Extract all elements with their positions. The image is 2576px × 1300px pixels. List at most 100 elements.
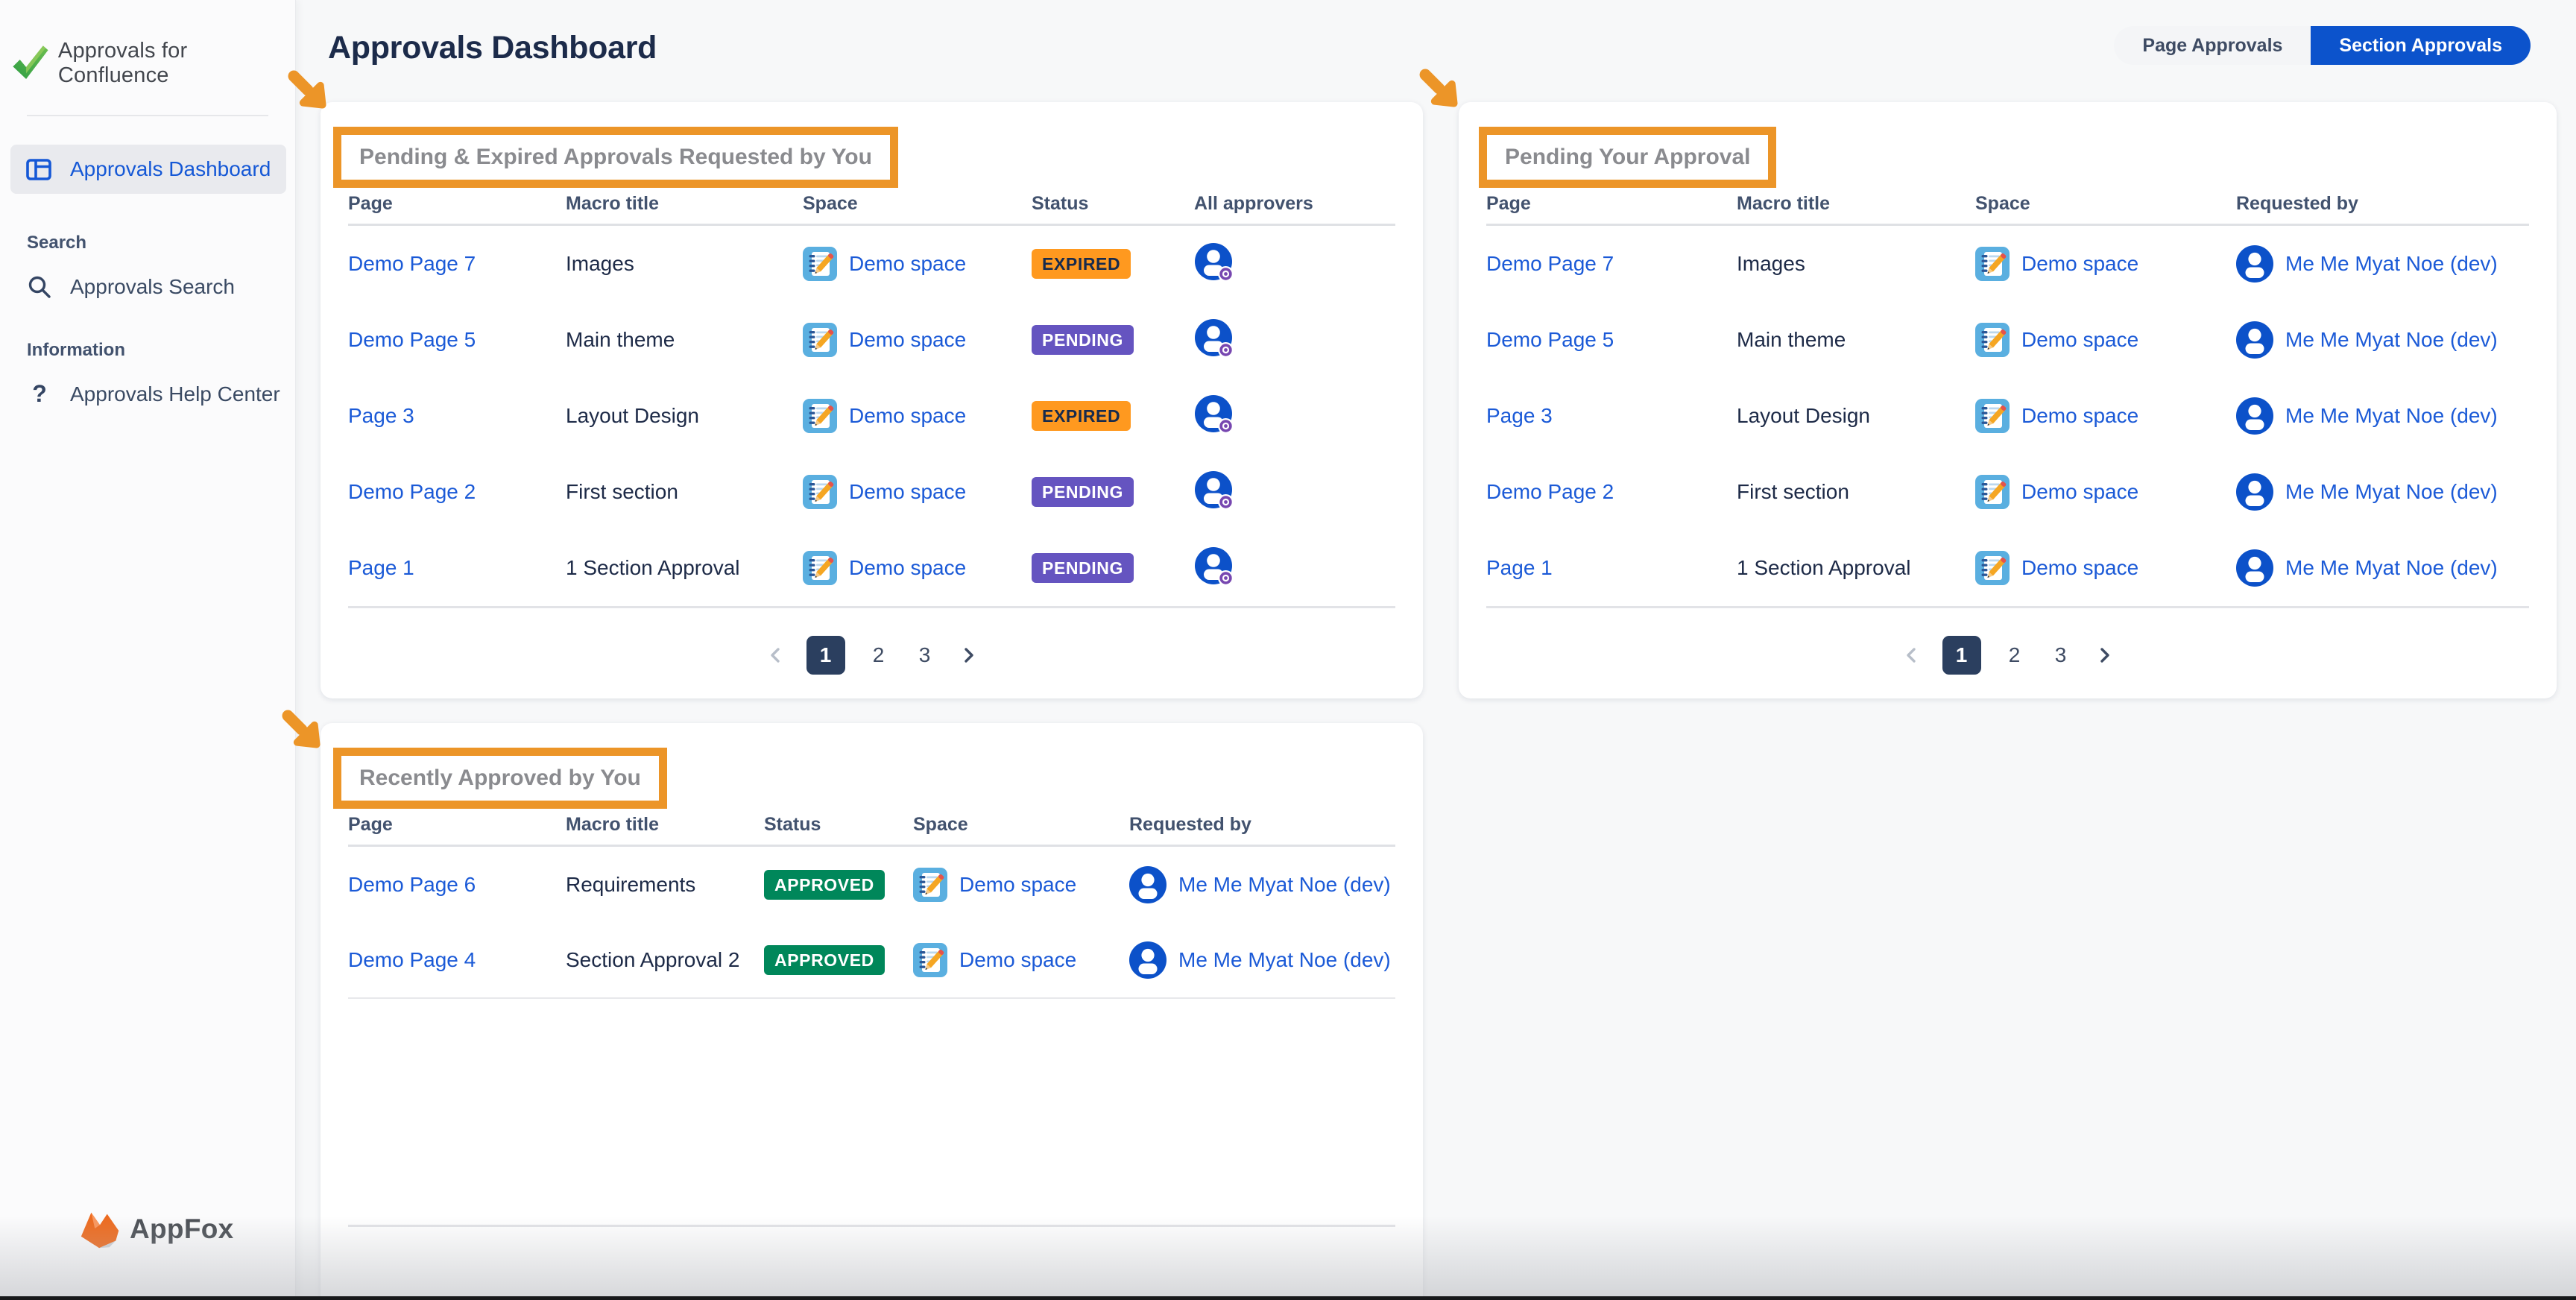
column-header: Page bbox=[348, 193, 566, 215]
search-icon bbox=[25, 273, 54, 301]
table-row: Page 1 1 Section Approval Demo space Me … bbox=[1486, 530, 2529, 606]
column-header: Space bbox=[803, 193, 1032, 215]
space-link[interactable]: Demo space bbox=[2021, 480, 2138, 504]
column-header: Space bbox=[1975, 193, 2236, 215]
pagination-page-1[interactable]: 1 bbox=[806, 636, 845, 675]
space-icon bbox=[1975, 247, 2010, 281]
sidebar-item-approvals-dashboard[interactable]: Approvals Dashboard bbox=[10, 145, 286, 194]
table-row: Demo Page 7 Images Demo space EXPIRED bbox=[348, 226, 1395, 302]
table-body: Demo Page 7 Images Demo space EXPIRED De… bbox=[348, 226, 1395, 608]
status-badge: PENDING bbox=[1032, 477, 1134, 507]
page-link[interactable]: Demo Page 2 bbox=[348, 480, 566, 504]
column-header: Status bbox=[1032, 193, 1194, 215]
card-recently-approved-by-you: Recently Approved by You Page Macro titl… bbox=[321, 723, 1423, 1300]
space-icon bbox=[913, 943, 947, 977]
space-link[interactable]: Demo space bbox=[2021, 252, 2138, 276]
table-row: Demo Page 2 First section Demo space Me … bbox=[1486, 454, 2529, 530]
pagination-page-2[interactable]: 2 bbox=[2002, 643, 2027, 667]
annotation-highlight-box: Recently Approved by You bbox=[333, 748, 667, 809]
space-link[interactable]: Demo space bbox=[849, 404, 966, 428]
sidebar-item-approvals-help-center[interactable]: ? Approvals Help Center bbox=[25, 380, 295, 408]
space-link[interactable]: Demo space bbox=[2021, 328, 2138, 352]
page-link[interactable]: Demo Page 7 bbox=[348, 252, 566, 276]
page-link[interactable]: Page 3 bbox=[1486, 404, 1737, 428]
page-link[interactable]: Page 3 bbox=[348, 404, 566, 428]
pagination: 1 2 3 bbox=[348, 635, 1395, 675]
table-body: Demo Page 6 Requirements APPROVED Demo s… bbox=[348, 847, 1395, 1227]
space-icon bbox=[1975, 399, 2010, 433]
requester-link[interactable]: Me Me Myat Noe (dev) bbox=[1178, 948, 1391, 972]
pagination-page-3[interactable]: 3 bbox=[2048, 643, 2074, 667]
card-title: Recently Approved by You bbox=[359, 766, 641, 790]
pagination-prev-icon[interactable] bbox=[1902, 646, 1922, 665]
card-title: Pending Your Approval bbox=[1505, 145, 1750, 169]
table-row: Demo Page 5 Main theme Demo space PENDIN… bbox=[348, 302, 1395, 378]
pagination-page-3[interactable]: 3 bbox=[912, 643, 938, 667]
macro-title: 1 Section Approval bbox=[1737, 556, 1975, 580]
space-link[interactable]: Demo space bbox=[2021, 404, 2138, 428]
question-mark-icon: ? bbox=[25, 380, 54, 408]
sidebar-item-approvals-search[interactable]: Approvals Search bbox=[25, 273, 295, 301]
macro-title: Images bbox=[1737, 252, 1975, 276]
status-badge: APPROVED bbox=[764, 870, 885, 900]
status-badge: PENDING bbox=[1032, 553, 1134, 583]
page-link[interactable]: Demo Page 6 bbox=[348, 873, 566, 897]
page-link[interactable]: Demo Page 7 bbox=[1486, 252, 1737, 276]
space-icon bbox=[1975, 323, 2010, 357]
column-header: Macro title bbox=[566, 814, 764, 836]
page-approvals-button[interactable]: Page Approvals bbox=[2114, 26, 2311, 65]
sidebar-divider bbox=[27, 115, 268, 116]
approver-avatar-icon bbox=[1194, 546, 1234, 586]
space-link[interactable]: Demo space bbox=[2021, 556, 2138, 580]
table-header-row: Page Macro title Status Space Requested … bbox=[348, 814, 1395, 847]
space-icon bbox=[803, 323, 837, 357]
requester-link[interactable]: Me Me Myat Noe (dev) bbox=[2285, 556, 2498, 580]
requester-link[interactable]: Me Me Myat Noe (dev) bbox=[2285, 328, 2498, 352]
space-link[interactable]: Demo space bbox=[849, 328, 966, 352]
approvals-dashboard-screen: Approvals for Confluence Approvals Dashb… bbox=[0, 0, 2576, 1300]
column-header: Page bbox=[348, 814, 566, 836]
pagination-page-1[interactable]: 1 bbox=[1942, 636, 1981, 675]
space-link[interactable]: Demo space bbox=[849, 480, 966, 504]
screen-bottom-edge bbox=[0, 1296, 2576, 1300]
table-body: Demo Page 7 Images Demo space Me Me Myat… bbox=[1486, 226, 2529, 608]
green-check-icon bbox=[10, 41, 51, 86]
table-row: Page 1 1 Section Approval Demo space PEN… bbox=[348, 530, 1395, 606]
page-link[interactable]: Page 1 bbox=[1486, 556, 1737, 580]
requester-link[interactable]: Me Me Myat Noe (dev) bbox=[1178, 873, 1391, 897]
macro-title: Requirements bbox=[566, 873, 764, 897]
page-link[interactable]: Page 1 bbox=[348, 556, 566, 580]
app-logo: Approvals for Confluence bbox=[0, 0, 295, 88]
page-link[interactable]: Demo Page 5 bbox=[1486, 328, 1737, 352]
space-link[interactable]: Demo space bbox=[959, 873, 1076, 897]
macro-title: First section bbox=[1737, 480, 1975, 504]
pagination-next-icon[interactable] bbox=[2094, 646, 2114, 665]
approvals-type-toggle: Page Approvals Section Approvals bbox=[2114, 26, 2531, 65]
space-link[interactable]: Demo space bbox=[849, 556, 966, 580]
status-badge: PENDING bbox=[1032, 325, 1134, 355]
card-title: Pending & Expired Approvals Requested by… bbox=[359, 145, 872, 169]
macro-title: 1 Section Approval bbox=[566, 556, 803, 580]
space-icon bbox=[1975, 551, 2010, 585]
sidebar-section-information: Information bbox=[27, 340, 295, 361]
macro-title: Images bbox=[566, 252, 803, 276]
pagination-next-icon[interactable] bbox=[959, 646, 978, 665]
page-link[interactable]: Demo Page 5 bbox=[348, 328, 566, 352]
page-link[interactable]: Demo Page 4 bbox=[348, 948, 566, 972]
macro-title: Layout Design bbox=[1737, 404, 1975, 428]
requester-link[interactable]: Me Me Myat Noe (dev) bbox=[2285, 252, 2498, 276]
fox-icon bbox=[78, 1206, 124, 1252]
space-link[interactable]: Demo space bbox=[959, 948, 1076, 972]
space-link[interactable]: Demo space bbox=[849, 252, 966, 276]
page-link[interactable]: Demo Page 2 bbox=[1486, 480, 1737, 504]
dashboard-icon bbox=[24, 154, 54, 184]
pagination-prev-icon[interactable] bbox=[766, 646, 786, 665]
appfox-label: AppFox bbox=[130, 1214, 234, 1245]
requester-link[interactable]: Me Me Myat Noe (dev) bbox=[2285, 480, 2498, 504]
requester-link[interactable]: Me Me Myat Noe (dev) bbox=[2285, 404, 2498, 428]
section-approvals-button[interactable]: Section Approvals bbox=[2311, 26, 2531, 65]
user-avatar-icon bbox=[2236, 473, 2273, 511]
user-avatar-icon bbox=[1129, 866, 1167, 903]
pagination-page-2[interactable]: 2 bbox=[866, 643, 891, 667]
space-icon bbox=[913, 868, 947, 902]
